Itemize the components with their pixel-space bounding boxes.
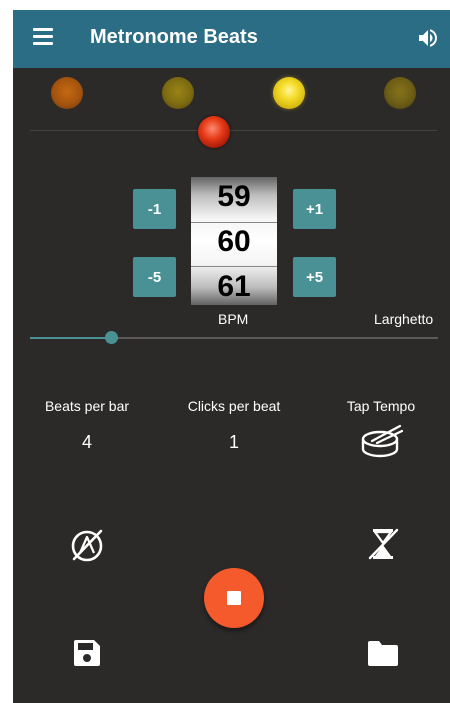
wheel-separator [191,222,277,223]
bpm-picker[interactable]: 59 60 61 [191,177,277,305]
folder-icon[interactable] [366,639,400,667]
save-icon[interactable] [72,638,102,668]
bpm-current: 60 [217,225,251,258]
no-metronome-icon[interactable] [68,526,106,564]
plus-one-button[interactable]: +1 [293,189,336,229]
beat-light-1 [51,77,83,109]
speaker-icon[interactable] [416,26,440,50]
plus-five-button[interactable]: +5 [293,257,336,297]
beats-per-bar-value[interactable]: 4 [27,432,147,453]
tempo-name: Larghetto [374,311,434,327]
wheel-separator [191,266,277,267]
bpm-prev: 59 [217,180,251,213]
accent-light [198,116,230,148]
beat-light-4 [384,77,416,109]
app-title: Metronome Beats [90,26,258,48]
minus-five-button[interactable]: -5 [133,257,176,297]
beat-light-2 [162,77,194,109]
toolbar: Metronome Beats [13,10,450,68]
clicks-per-beat-value[interactable]: 1 [164,432,304,453]
divider [30,130,437,131]
bpm-unit-label: BPM [218,311,249,327]
clicks-per-beat-label: Clicks per beat [187,398,281,414]
app-screen: Metronome Beats -1 +1 -5 +5 59 60 61 BPM… [13,10,450,703]
bpm-next: 61 [217,270,251,303]
stop-button[interactable] [204,568,264,628]
stop-icon [227,591,241,605]
tap-tempo-label: Tap Tempo [346,398,416,414]
beats-per-bar-label: Beats per bar [44,398,130,414]
beat-light-3 [273,77,305,109]
tempo-slider-track[interactable] [30,337,438,339]
menu-icon[interactable] [33,28,55,48]
tempo-slider-fill [30,337,112,339]
drum-icon[interactable] [360,422,404,462]
minus-one-button[interactable]: -1 [133,189,176,229]
timer-off-icon[interactable] [366,526,400,562]
tempo-slider-thumb[interactable] [105,331,119,344]
